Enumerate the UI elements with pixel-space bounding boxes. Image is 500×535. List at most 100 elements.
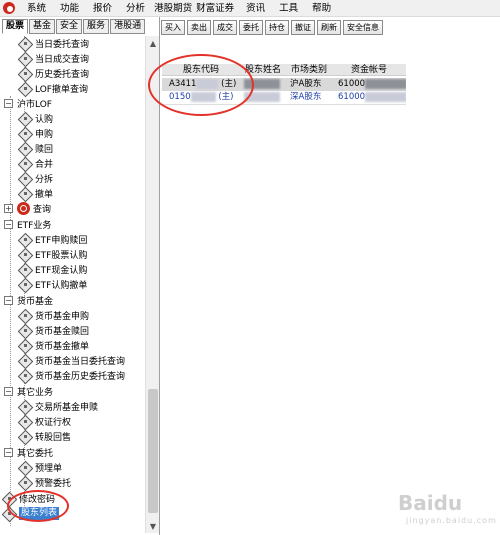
tree-group-other-entrust[interactable]: − 其它委托 (4, 445, 53, 460)
tree-item-exchange-fund[interactable]: 交易所基金申赎 (18, 399, 98, 414)
tree-item-label: 赎回 (35, 145, 54, 155)
order-pencil-icon (18, 127, 32, 140)
buy-button[interactable]: 买入 (161, 20, 185, 35)
order-pencil-icon (18, 278, 32, 291)
tree-item-label: 转股回售 (35, 433, 72, 443)
col-header-market[interactable]: 市场类别 (286, 64, 332, 75)
tree-item-label: 货币基金撤单 (35, 342, 90, 352)
app-logo-icon[interactable] (3, 2, 15, 14)
trade-toolbar: 买入 卖出 成交 委托 持仓 撤证 刷新 安全信息 (161, 20, 385, 36)
orders-button[interactable]: 委托 (239, 20, 263, 35)
order-pencil-icon (18, 263, 32, 276)
menu-function[interactable]: 功能 (53, 0, 86, 17)
tree-group-label: 沪市LOF (17, 100, 52, 110)
query-icon (17, 202, 30, 215)
tree-item-lof-cancel-query[interactable]: LOF撤单查询 (18, 81, 88, 96)
col-header-account[interactable]: 资金帐号 (332, 64, 406, 75)
menu-tools[interactable]: 工具 (272, 0, 305, 17)
tree-item-mf-history-query[interactable]: 货币基金历史委托查询 (18, 368, 125, 383)
tree-group-label: 其它委托 (17, 449, 54, 459)
tree-item-label: 分拆 (35, 175, 54, 185)
tab-security[interactable]: 安全 (56, 19, 83, 34)
watermark: Baidu jingyan.baidu.com (378, 489, 498, 531)
tab-fund[interactable]: 基金 (29, 19, 56, 34)
tab-hk-connect[interactable]: 港股通 (110, 19, 146, 34)
tree-item-purchase[interactable]: 申购 (18, 126, 53, 141)
scrollbar-thumb[interactable] (148, 389, 158, 513)
order-pencil-icon (18, 37, 32, 50)
tree-item-convert-putback[interactable]: 转股回售 (18, 429, 71, 444)
order-pencil-icon (18, 67, 32, 80)
menu-info[interactable]: 资讯 (239, 0, 272, 17)
refresh-button[interactable]: 刷新 (317, 20, 341, 35)
menu-wealth-securities[interactable]: 财富证券 (194, 0, 239, 17)
collapse-icon[interactable]: − (4, 387, 13, 396)
tree-item-label: 货币基金当日委托查询 (35, 357, 126, 367)
tree-group-other-business[interactable]: − 其它业务 (4, 384, 53, 399)
tree-item-label: ETF认购撤单 (35, 281, 88, 291)
order-pencil-icon (18, 309, 32, 322)
tree-group-query[interactable]: + 查询 (4, 201, 51, 216)
tree-item-today-orders[interactable]: 当日委托查询 (18, 36, 89, 51)
order-pencil-icon (18, 400, 32, 413)
tree-item-etf-cash-subscribe[interactable]: ETF现金认购 (18, 262, 87, 277)
tree-item-today-deals[interactable]: 当日成交查询 (18, 51, 89, 66)
order-pencil-icon (18, 52, 32, 65)
tree-item-label: 历史委托查询 (35, 70, 90, 80)
tree-item-etf-purchase-redeem[interactable]: ETF申购赎回 (18, 232, 87, 247)
tree-scrollbar[interactable]: ▲ ▼ (145, 36, 159, 533)
scroll-up-icon[interactable]: ▲ (146, 36, 160, 50)
tree-item-mf-redeem[interactable]: 货币基金赎回 (18, 323, 89, 338)
tree-item-redeem[interactable]: 赎回 (18, 141, 53, 156)
tree-item-subscribe[interactable]: 认购 (18, 111, 53, 126)
tree-item-etf-stock-subscribe[interactable]: ETF股票认购 (18, 247, 87, 262)
deals-button[interactable]: 成交 (213, 20, 237, 35)
tree-group-label: 其它业务 (17, 388, 54, 398)
collapse-icon[interactable]: − (4, 220, 13, 229)
tree-item-label: 货币基金赎回 (35, 327, 90, 337)
fund-account: 61000 (338, 79, 366, 89)
tree-item-warrant-exercise[interactable]: 权证行权 (18, 414, 71, 429)
tree-group-label: ETF业务 (17, 221, 52, 231)
tree-item-label: ETF股票认购 (35, 251, 88, 261)
tab-stock[interactable]: 股票 (2, 19, 29, 34)
sell-button[interactable]: 卖出 (187, 20, 211, 35)
menu-hk-futures[interactable]: 港股期货 (152, 0, 194, 17)
tree-item-label: 预埋单 (35, 464, 63, 474)
function-tree: 当日委托查询 当日成交查询 历史委托查询 LOF撤单查询 − 沪市LOF 认购 申… (0, 36, 145, 533)
tree-item-mf-cancel[interactable]: 货币基金撤单 (18, 338, 89, 353)
tree-item-mf-today-query[interactable]: 货币基金当日委托查询 (18, 353, 125, 368)
tree-item-etf-subscribe-cancel[interactable]: ETF认购撤单 (18, 277, 87, 292)
security-info-button[interactable]: 安全信息 (343, 20, 383, 35)
tree-item-label: 认购 (35, 115, 54, 125)
tree-item-split[interactable]: 分拆 (18, 171, 53, 186)
expand-icon[interactable]: + (4, 204, 13, 213)
tree-item-mf-purchase[interactable]: 货币基金申购 (18, 308, 89, 323)
tree-group-etf[interactable]: − ETF业务 (4, 217, 51, 232)
positions-button[interactable]: 持仓 (265, 20, 289, 35)
tree-item-label: 预警委托 (35, 479, 72, 489)
order-pencil-icon (18, 476, 32, 489)
menu-help[interactable]: 帮助 (305, 0, 338, 17)
scroll-down-icon[interactable]: ▼ (146, 519, 160, 533)
collapse-icon[interactable]: − (4, 296, 13, 305)
tree-item-pre-order[interactable]: 预埋单 (18, 460, 62, 475)
menu-system[interactable]: 系统 (20, 0, 53, 17)
watermark-url: jingyan.baidu.com (406, 516, 497, 525)
menu-analysis[interactable]: 分析 (119, 0, 152, 17)
collapse-icon[interactable]: − (4, 448, 13, 457)
tree-item-alert-order[interactable]: 预警委托 (18, 475, 71, 490)
tab-service[interactable]: 服务 (83, 19, 110, 34)
tree-item-cancel-order[interactable]: 撤单 (18, 186, 53, 201)
order-pencil-icon (18, 430, 32, 443)
menu-quote[interactable]: 报价 (86, 0, 119, 17)
annotation-circle-code (148, 54, 254, 116)
tree-group-sh-lof[interactable]: − 沪市LOF (4, 96, 52, 111)
tree-item-history-orders[interactable]: 历史委托查询 (18, 66, 89, 81)
tree-group-money-fund[interactable]: − 货币基金 (4, 293, 53, 308)
collapse-icon[interactable]: − (4, 99, 13, 108)
tree-item-merge[interactable]: 合并 (18, 156, 53, 171)
cancel-orders-button[interactable]: 撤证 (291, 20, 315, 35)
tree-item-label: 撤单 (35, 190, 54, 200)
tree-item-label: 权证行权 (35, 418, 72, 428)
